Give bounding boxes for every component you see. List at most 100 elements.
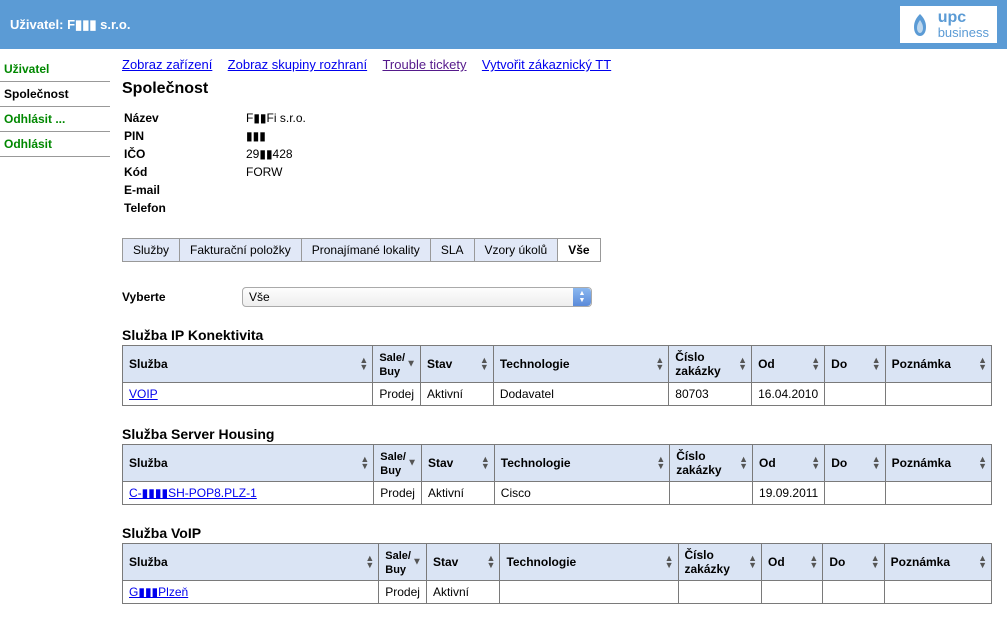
user-label: Uživatel: (10, 17, 63, 32)
sort-icon: ▲▼ (480, 357, 489, 371)
cell-stav: Aktivní (426, 581, 500, 604)
sort-icon: ▲▼ (978, 456, 987, 470)
col-od[interactable]: Od▲▼ (753, 445, 825, 482)
col-sluzba[interactable]: Služba▲▼ (123, 544, 379, 581)
col-stav[interactable]: Stav▲▼ (426, 544, 500, 581)
filter-label: Vyberte (122, 290, 242, 304)
select-arrows-icon: ▲▼ (573, 288, 591, 306)
cell-do (825, 482, 885, 505)
sort-icon: ▲▼ (871, 555, 880, 569)
cell-tech: Dodavatel (493, 383, 668, 406)
table-server-housing: Služba▲▼ Sale/Buy▼ Stav▲▼ Technologie▲▼ … (122, 444, 992, 505)
tab-pronajimane[interactable]: Pronajímané lokality (302, 238, 431, 262)
cell-zakazka (670, 482, 753, 505)
col-sluzba[interactable]: Služba▲▼ (123, 445, 374, 482)
main-content: Zobraz zařízení Zobraz skupiny rozhraní … (110, 49, 1007, 644)
col-do[interactable]: Do▲▼ (825, 445, 885, 482)
col-zakazka[interactable]: Číslo zakázky▲▼ (678, 544, 761, 581)
sidebar: Uživatel Společnost Odhlásit ... Odhlási… (0, 49, 110, 644)
link-vytvorit-tt[interactable]: Vytvořit zákaznický TT (482, 57, 611, 72)
col-stav[interactable]: Stav▲▼ (421, 445, 494, 482)
info-label: IČO (124, 146, 244, 162)
sort-desc-icon: ▼ (406, 361, 416, 368)
logo-text: upc business (938, 10, 989, 39)
col-zakazka[interactable]: Číslo zakázky▲▼ (670, 445, 753, 482)
col-sale[interactable]: Sale/Buy▼ (374, 445, 422, 482)
col-sluzba[interactable]: Služba▲▼ (123, 346, 373, 383)
filter-select[interactable]: Vše ▲▼ (242, 287, 592, 307)
tab-vzory[interactable]: Vzory úkolů (475, 238, 559, 262)
col-poznamka[interactable]: Poznámka▲▼ (885, 346, 991, 383)
col-do[interactable]: Do▲▼ (825, 346, 885, 383)
table-header-row: Služba▲▼ Sale/Buy▼ Stav▲▼ Technologie▲▼ … (123, 346, 992, 383)
info-value (246, 200, 306, 216)
header-bar: Uživatel: F▮▮▮ s.r.o. upc business (0, 0, 1007, 49)
cell-pozn (884, 581, 991, 604)
col-technologie[interactable]: Technologie▲▼ (500, 544, 678, 581)
link-zobraz-zarizeni[interactable]: Zobraz zařízení (122, 57, 212, 72)
col-technologie[interactable]: Technologie▲▼ (494, 445, 669, 482)
table-header-row: Služba▲▼ Sale/Buy▼ Stav▲▼ Technologie▲▼ … (123, 544, 992, 581)
sort-icon: ▲▼ (365, 555, 374, 569)
filter-row: Vyberte Vše ▲▼ (122, 287, 997, 307)
link-zobraz-skupiny[interactable]: Zobraz skupiny rozhraní (228, 57, 367, 72)
sort-icon: ▲▼ (811, 456, 820, 470)
col-od[interactable]: Od▲▼ (761, 544, 822, 581)
col-od[interactable]: Od▲▼ (752, 346, 825, 383)
sort-icon: ▲▼ (481, 456, 490, 470)
section-title: Služba Server Housing (122, 426, 997, 442)
table-header-row: Služba▲▼ Sale/Buy▼ Stav▲▼ Technologie▲▼ … (123, 445, 992, 482)
sort-desc-icon: ▼ (407, 460, 417, 467)
col-do[interactable]: Do▲▼ (823, 544, 884, 581)
sidebar-item-spolecnost[interactable]: Společnost (0, 82, 110, 107)
info-value: 29▮▮428 (246, 146, 306, 162)
cell-zakazka: 80703 (669, 383, 752, 406)
cell-od: 16.04.2010 (752, 383, 825, 406)
sort-desc-icon: ▼ (412, 559, 422, 566)
col-sale[interactable]: Sale/Buy▼ (373, 346, 421, 383)
user-value: F▮▮▮ s.r.o. (67, 17, 130, 32)
tab-sluzby[interactable]: Služby (122, 238, 180, 262)
sort-icon: ▲▼ (360, 456, 369, 470)
cell-do (823, 581, 884, 604)
sort-icon: ▲▼ (872, 357, 881, 371)
cell-pozn (885, 383, 991, 406)
link-trouble-tickety[interactable]: Trouble tickety (382, 57, 466, 72)
service-link[interactable]: G▮▮▮Plzeň (129, 585, 188, 599)
section-title: Služba VoIP (122, 525, 997, 541)
info-value: F▮▮Fi s.r.o. (246, 110, 306, 126)
table-row: G▮▮▮Plzeň Prodej Aktivní (123, 581, 992, 604)
service-link[interactable]: C-▮▮▮▮SH-POP8.PLZ-1 (129, 486, 257, 500)
tab-sla[interactable]: SLA (431, 238, 475, 262)
col-zakazka[interactable]: Číslo zakázky▲▼ (669, 346, 752, 383)
cell-stav: Aktivní (421, 482, 494, 505)
flame-icon (908, 12, 932, 38)
sort-icon: ▲▼ (665, 555, 674, 569)
tab-fakturacni[interactable]: Fakturační položky (180, 238, 302, 262)
col-poznamka[interactable]: Poznámka▲▼ (884, 544, 991, 581)
tab-vse[interactable]: Vše (558, 238, 600, 262)
cell-sale: Prodej (374, 482, 422, 505)
cell-tech: Cisco (494, 482, 669, 505)
sidebar-item-uzivatel[interactable]: Uživatel (0, 57, 110, 82)
sort-icon: ▲▼ (811, 357, 820, 371)
info-value: FORW (246, 164, 306, 180)
col-stav[interactable]: Stav▲▼ (421, 346, 494, 383)
sidebar-item-odhlasit[interactable]: Odhlásit (0, 132, 110, 157)
cell-sale: Prodej (373, 383, 421, 406)
cell-pozn (885, 482, 991, 505)
sort-icon: ▲▼ (487, 555, 496, 569)
cell-zakazka (678, 581, 761, 604)
col-technologie[interactable]: Technologie▲▼ (493, 346, 668, 383)
cell-od (761, 581, 822, 604)
sidebar-item-odhlasit-dots[interactable]: Odhlásit ... (0, 107, 110, 132)
col-poznamka[interactable]: Poznámka▲▼ (885, 445, 991, 482)
cell-do (825, 383, 885, 406)
top-links: Zobraz zařízení Zobraz skupiny rozhraní … (122, 57, 997, 72)
page-title: Společnost (122, 80, 997, 98)
info-label: Název (124, 110, 244, 126)
col-sale[interactable]: Sale/Buy▼ (379, 544, 427, 581)
sort-icon: ▲▼ (978, 357, 987, 371)
sort-icon: ▲▼ (978, 555, 987, 569)
service-link[interactable]: VOIP (129, 387, 158, 401)
